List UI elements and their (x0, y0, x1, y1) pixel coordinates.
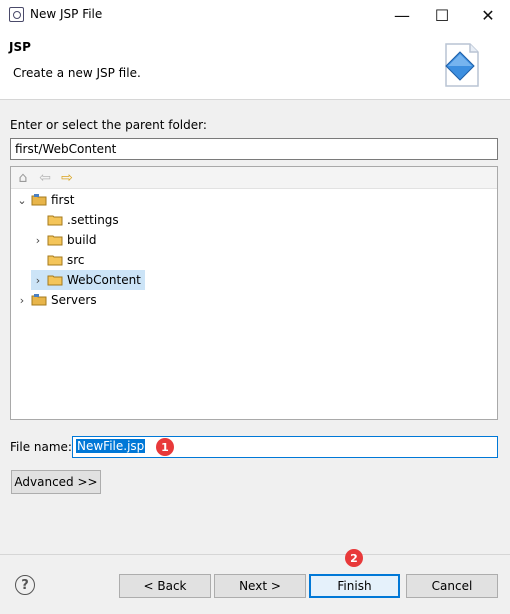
tree-item-label: build (67, 233, 97, 247)
close-button[interactable]: ✕ (466, 0, 510, 30)
forward-arrow-icon[interactable]: ⇨ (59, 170, 75, 186)
chevron-right-icon[interactable]: › (15, 294, 29, 307)
parent-folder-label: Enter or select the parent folder: (10, 118, 207, 132)
wizard-description: Create a new JSP file. (13, 66, 141, 80)
folder-icon (47, 214, 63, 226)
cancel-button[interactable]: Cancel (406, 574, 498, 598)
tree-item-settings[interactable]: .settings (31, 210, 119, 230)
annotation-badge-2: 2 (345, 549, 363, 567)
chevron-right-icon[interactable]: › (31, 274, 45, 287)
chevron-right-icon[interactable]: › (31, 234, 45, 247)
tree-item-label: src (67, 253, 85, 267)
parent-folder-label-text: Enter or select the parent folder: (10, 118, 207, 132)
wizard-header: JSP Create a new JSP file. (0, 30, 510, 100)
file-name-input[interactable]: NewFile.jsp (72, 436, 498, 458)
footer-divider (0, 554, 510, 555)
tree-item-webcontent[interactable]: › WebContent (31, 270, 145, 290)
home-icon[interactable]: ⌂ (15, 170, 31, 186)
chevron-down-icon[interactable]: ⌄ (15, 194, 29, 207)
parent-folder-input[interactable]: first/WebContent (10, 138, 498, 160)
folder-icon (47, 254, 63, 266)
folder-icon (47, 274, 63, 286)
maximize-button[interactable]: ☐ (420, 0, 464, 30)
minimize-button[interactable]: — (380, 0, 424, 30)
folder-icon (47, 234, 63, 246)
tree-item-build[interactable]: › build (31, 230, 97, 250)
tree-item-servers[interactable]: › Servers (15, 290, 97, 310)
tree-item-first[interactable]: ⌄ first (15, 190, 74, 210)
help-icon[interactable]: ? (15, 575, 35, 595)
tree-item-label: WebContent (67, 273, 141, 287)
wizard-title: JSP (9, 40, 31, 54)
window-title: New JSP File (30, 7, 103, 21)
tree-item-src[interactable]: src (31, 250, 85, 270)
eclipse-app-icon (9, 7, 24, 22)
project-folder-icon (31, 194, 47, 206)
file-name-label: File name: (10, 440, 72, 454)
servers-folder-icon (31, 294, 47, 306)
tree-toolbar: ⌂ ⇦ ⇨ (11, 167, 497, 189)
finish-button[interactable]: Finish (309, 574, 400, 598)
back-button[interactable]: < Back (119, 574, 211, 598)
tree-item-label: .settings (67, 213, 119, 227)
jsp-file-icon (445, 43, 479, 87)
next-button[interactable]: Next > (214, 574, 306, 598)
tree-item-label: Servers (51, 293, 97, 307)
file-name-value: NewFile.jsp (76, 439, 146, 453)
back-arrow-icon[interactable]: ⇦ (37, 170, 53, 186)
advanced-button[interactable]: Advanced >> (11, 470, 101, 494)
folder-tree[interactable]: ⌂ ⇦ ⇨ ⌄ first .settings › build src › We… (10, 166, 498, 420)
annotation-badge-1: 1 (156, 438, 174, 456)
title-bar: New JSP File — ☐ ✕ (0, 0, 510, 30)
tree-item-label: first (51, 193, 75, 207)
